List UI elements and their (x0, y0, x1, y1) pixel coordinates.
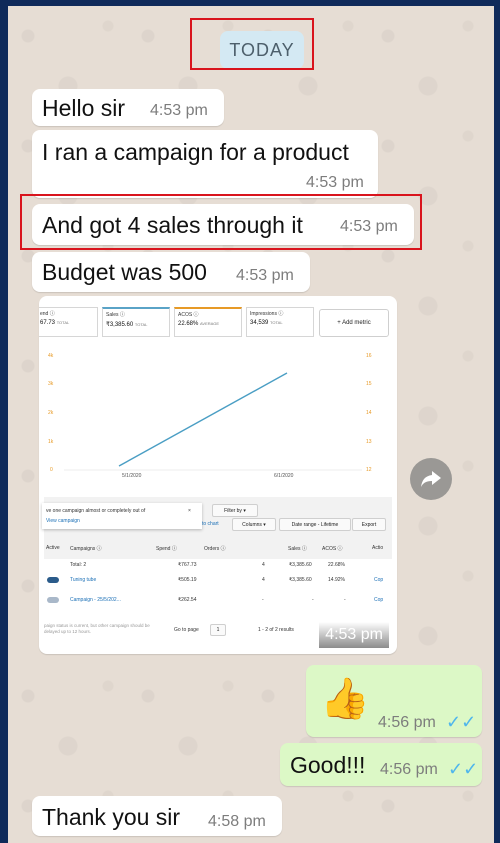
x-axis-tick: 6/1/2020 (274, 473, 294, 479)
message-text: Hello sir (42, 95, 126, 121)
chat-background: TODAY Hello sir 4:53 pm I ran a campaign… (8, 6, 494, 843)
active-toggle (47, 597, 59, 603)
active-toggle (47, 577, 59, 583)
columns-button: Columns ▾ (232, 518, 276, 531)
forward-button[interactable] (410, 458, 452, 500)
message-bubble-outgoing[interactable]: 👍 4:56 pm ✓✓ (306, 665, 482, 737)
thumbs-up-icon: 👍 (320, 677, 370, 721)
date-range-button: Date range - Lifetime (279, 518, 351, 531)
message-time: 4:53 pm (150, 102, 208, 119)
alert-popup: ve one campaign almost or completely out… (42, 503, 202, 529)
highlight-box-date (190, 18, 314, 70)
message-bubble[interactable]: I ran a campaign for a product 4:53 pm (32, 130, 378, 198)
message-time: 4:53 pm (236, 267, 294, 284)
message-time: 4:53 pm (319, 622, 389, 648)
forward-icon (421, 471, 441, 487)
message-time: 4:53 pm (306, 174, 364, 191)
message-bubble[interactable]: Thank you sir 4:58 pm (32, 796, 282, 836)
message-time: 4:56 pm (378, 714, 436, 731)
to-chart-link: to chart (202, 521, 219, 527)
message-time: 4:56 pm (380, 761, 438, 778)
filter-by-button: Filter by ▾ (212, 504, 258, 517)
message-text: Budget was 500 (42, 259, 207, 285)
ads-dashboard-screenshot: end ⓘ 67.73 TOTAL Sales ⓘ ₹3,385.60 TOTA… (39, 301, 392, 651)
image-message[interactable]: end ⓘ 67.73 TOTAL Sales ⓘ ₹3,385.60 TOTA… (39, 296, 397, 654)
read-ticks-icon: ✓✓ (448, 759, 479, 779)
message-bubble-outgoing[interactable]: Good!!! 4:56 pm ✓✓ (280, 743, 482, 786)
export-button: Export (352, 518, 386, 531)
message-bubble[interactable]: Budget was 500 4:53 pm (32, 252, 310, 292)
message-time: 4:58 pm (208, 813, 266, 830)
table-body (44, 559, 392, 619)
read-ticks-icon: ✓✓ (446, 712, 477, 732)
highlight-box-message (20, 194, 422, 250)
message-text: Thank you sir (42, 804, 181, 830)
message-text: I ran a campaign for a product (42, 139, 349, 165)
message-text: Good!!! (290, 752, 366, 778)
page-input: 1 (210, 624, 226, 636)
x-axis-tick: 5/1/2020 (122, 473, 142, 479)
trend-chart (64, 372, 362, 471)
message-bubble[interactable]: Hello sir 4:53 pm (32, 89, 224, 126)
